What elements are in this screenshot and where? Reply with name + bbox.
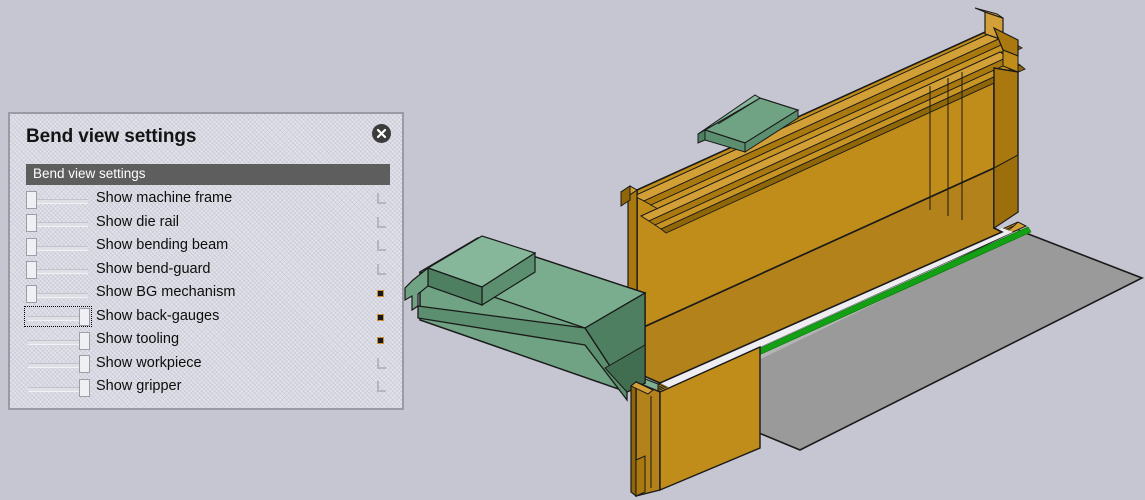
- dialog-title: Bend view settings: [26, 126, 197, 147]
- corner-bracket-icon: [374, 212, 388, 235]
- corner-bracket: [377, 240, 386, 251]
- slider-track[interactable]: [28, 292, 88, 298]
- corner-bracket-icon: [374, 235, 388, 258]
- status-dot: [378, 314, 383, 320]
- status-dot: [378, 291, 383, 296]
- settings-row-label: Show bend-guard: [96, 260, 211, 277]
- corner-bracket-icon: [374, 188, 388, 211]
- corner-bracket-icon: [374, 353, 388, 376]
- slider-handle[interactable]: [26, 284, 37, 303]
- settings-row[interactable]: Show die rail: [26, 212, 390, 236]
- settings-row-label: Show die rail: [96, 213, 180, 230]
- corner-bracket: [377, 216, 386, 228]
- toggle-slider[interactable]: [26, 237, 90, 257]
- toggle-slider[interactable]: [26, 378, 90, 398]
- settings-row-label: Show workpiece: [96, 354, 202, 371]
- section-header-label: Bend view settings: [33, 166, 146, 181]
- slider-handle[interactable]: [79, 378, 90, 397]
- settings-row-label: Show BG mechanism: [96, 284, 236, 300]
- status-dot: [378, 338, 383, 343]
- part-back-gauge-arm: [404, 235, 647, 402]
- settings-row-list: Show machine frame Show die rail Show bend…: [24, 188, 390, 400]
- slider-track[interactable]: [28, 269, 88, 274]
- settings-row[interactable]: Show bend-guard: [26, 259, 390, 283]
- slider-handle[interactable]: [26, 261, 37, 279]
- slider-handle[interactable]: [79, 308, 90, 326]
- slider-track[interactable]: [28, 245, 88, 251]
- settings-row[interactable]: Show BG mechanism: [26, 282, 390, 306]
- section-header: Bend view settings: [26, 164, 390, 185]
- toggle-slider[interactable]: [26, 331, 90, 351]
- status-dot-icon: [374, 306, 388, 329]
- slider-handle[interactable]: [26, 237, 37, 256]
- slider-handle[interactable]: [26, 190, 37, 209]
- slider-handle[interactable]: [26, 214, 37, 232]
- toggle-slider[interactable]: [26, 284, 90, 304]
- settings-row-label: Show tooling: [96, 331, 180, 347]
- toggle-slider[interactable]: [26, 213, 90, 233]
- settings-row-label: Show machine frame: [96, 190, 233, 206]
- status-dot-icon: [374, 329, 388, 352]
- settings-row[interactable]: Show bending beam: [26, 235, 390, 259]
- slider-track[interactable]: [28, 222, 88, 227]
- settings-row[interactable]: Show back-gauges: [24, 306, 390, 330]
- toggle-slider[interactable]: [26, 260, 90, 280]
- slider-handle[interactable]: [79, 331, 90, 350]
- settings-row[interactable]: Show machine frame: [26, 188, 390, 212]
- corner-bracket: [377, 381, 386, 392]
- toggle-slider[interactable]: [26, 190, 90, 210]
- corner-bracket: [377, 263, 386, 275]
- settings-row[interactable]: Show gripper: [26, 376, 390, 400]
- corner-bracket: [377, 193, 386, 204]
- close-icon[interactable]: [372, 124, 391, 143]
- toggle-slider[interactable]: [26, 354, 90, 374]
- slider-handle[interactable]: [79, 355, 90, 373]
- settings-row[interactable]: Show workpiece: [26, 353, 390, 377]
- settings-row[interactable]: Show tooling: [26, 329, 390, 353]
- corner-bracket-icon: [374, 376, 388, 399]
- settings-row-label: Show back-gauges: [96, 307, 220, 324]
- toggle-slider[interactable]: [24, 306, 92, 327]
- status-dot-icon: [374, 282, 388, 305]
- slider-track[interactable]: [28, 198, 88, 204]
- settings-row-label: Show bending beam: [96, 237, 229, 253]
- settings-row-label: Show gripper: [96, 378, 182, 394]
- corner-bracket: [377, 357, 386, 369]
- bend-view-settings-dialog[interactable]: Bend view settings Bend view settings Sh…: [8, 112, 404, 410]
- corner-bracket-icon: [374, 259, 388, 282]
